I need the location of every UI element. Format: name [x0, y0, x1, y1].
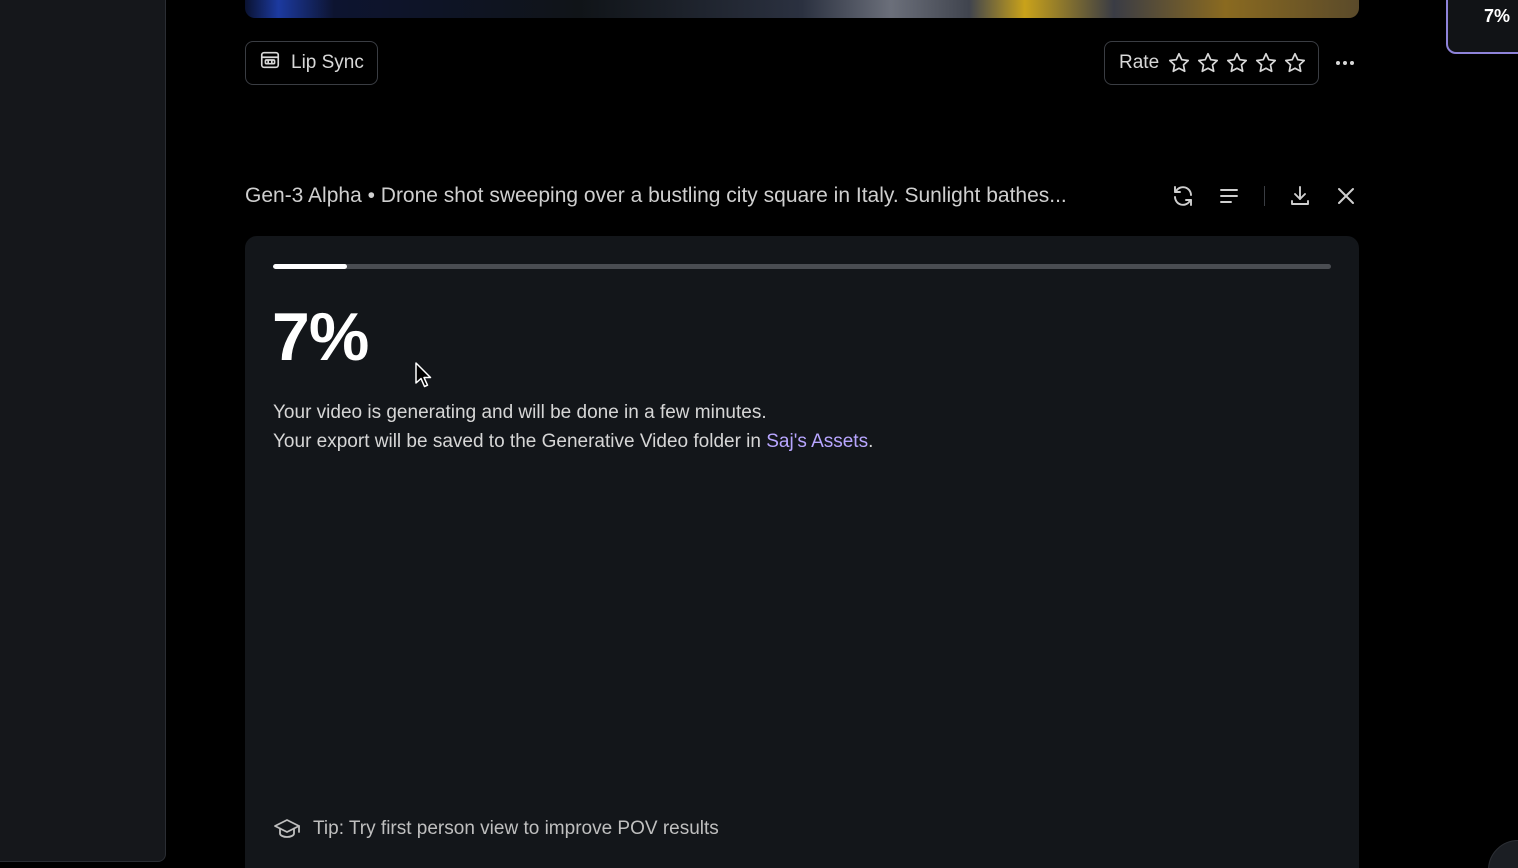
download-button[interactable] [1287, 183, 1313, 209]
star-rating-5-icon[interactable] [1283, 51, 1307, 75]
star-rating-3-icon[interactable] [1225, 51, 1249, 75]
lip-sync-label: Lip Sync [291, 52, 364, 73]
progress-bar [273, 264, 1331, 269]
export-suffix: . [868, 431, 874, 452]
star-rating-1-icon[interactable] [1167, 51, 1191, 75]
queue-percent: 7% [1484, 6, 1511, 26]
details-button[interactable] [1216, 183, 1242, 209]
generation-actions [1170, 180, 1359, 212]
generation-title: Gen-3 Alpha • Drone shot sweeping over a… [245, 184, 1067, 207]
close-icon [1338, 188, 1354, 204]
mouse-cursor-icon [415, 362, 432, 388]
lip-sync-icon [259, 49, 281, 77]
rating-stars [1167, 51, 1307, 75]
rate-label: Rate [1119, 52, 1160, 73]
status-line-generating: Your video is generating and will be don… [273, 402, 767, 423]
lip-sync-button[interactable]: Lip Sync [245, 41, 378, 85]
close-button[interactable] [1333, 183, 1359, 209]
refresh-icon [1174, 186, 1192, 206]
star-rating-4-icon[interactable] [1254, 51, 1278, 75]
generation-progress-card: 7% Your video is generating and will be … [245, 236, 1359, 868]
more-options-button[interactable] [1333, 52, 1357, 74]
assets-link[interactable]: Saj's Assets [766, 431, 868, 452]
status-message: Your video is generating and will be don… [273, 398, 873, 456]
tip-text: Tip: Try first person view to improve PO… [313, 818, 719, 839]
star-rating-2-icon[interactable] [1196, 51, 1220, 75]
progress-bar-fill [273, 264, 348, 269]
app-root: Lip Sync Rate 7% Gen-3 Alpha • Drone sho… [0, 0, 1518, 868]
left-sidebar-panel [0, 0, 166, 862]
rating-control: Rate [1104, 41, 1319, 85]
download-icon [1291, 186, 1309, 205]
corner-widget[interactable] [1488, 840, 1518, 868]
generation-header: Gen-3 Alpha • Drone shot sweeping over a… [245, 180, 1359, 212]
graduation-cap-icon [274, 819, 300, 838]
tip-banner: Tip: Try first person view to improve PO… [273, 816, 719, 842]
more-horizontal-icon [1336, 61, 1354, 65]
previous-video-preview[interactable] [245, 0, 1359, 18]
generation-queue-indicator[interactable]: 7% [1446, 0, 1518, 54]
align-left-icon [1220, 189, 1238, 203]
progress-percent: 7% [272, 299, 369, 375]
export-text: Your export will be saved to the Generat… [273, 431, 767, 452]
refresh-button[interactable] [1170, 183, 1196, 209]
status-line-export: Your export will be saved to the Generat… [273, 427, 873, 456]
action-divider [1264, 186, 1265, 206]
